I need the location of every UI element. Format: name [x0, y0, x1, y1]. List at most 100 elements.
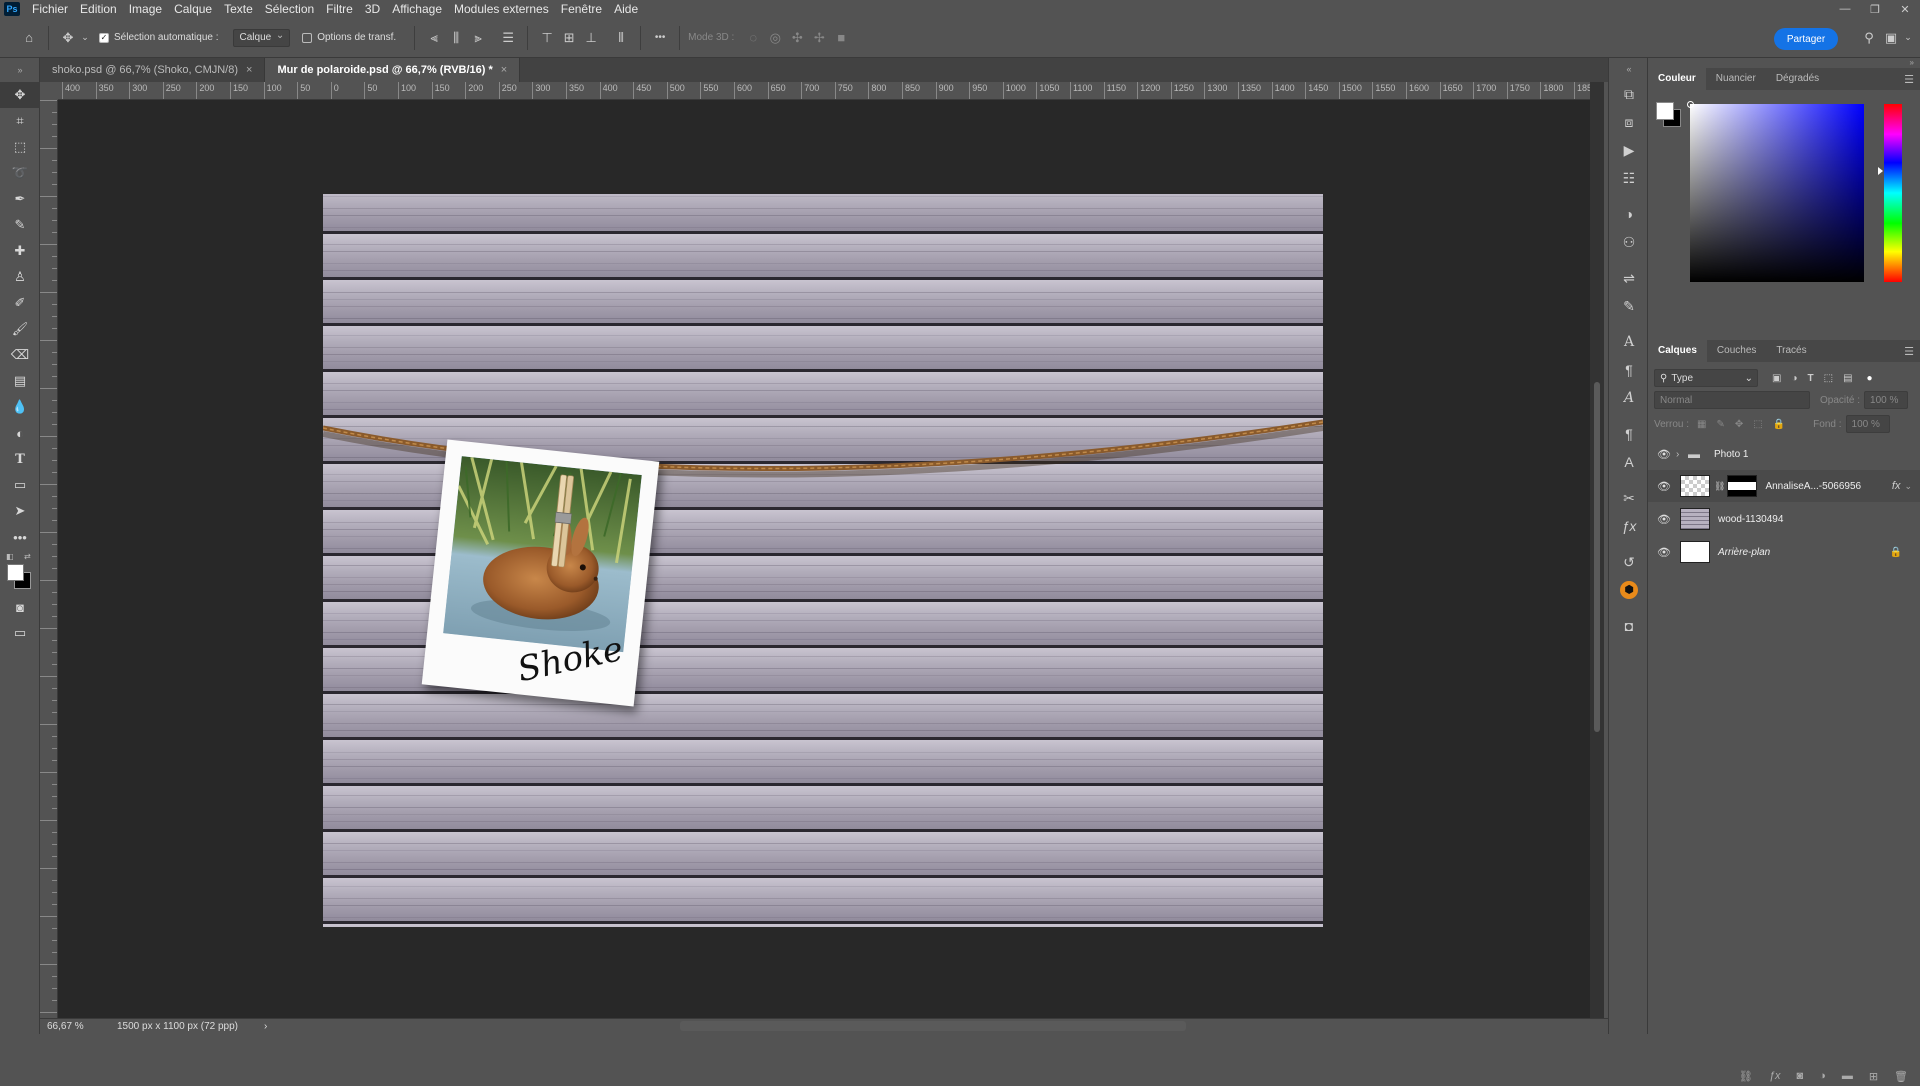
3d-panel-icon[interactable]: ⬢	[1609, 576, 1649, 604]
status-menu-arrow[interactable]: ›	[264, 1021, 267, 1032]
horizontal-ruler[interactable]: 400 350 300 250 200 150 100 50 0 50 100 150 200 250 30…	[58, 82, 1590, 100]
lock-position-icon[interactable]: ✥	[1735, 419, 1743, 430]
vertical-ruler[interactable]	[40, 100, 58, 1018]
healing-brush-tool-icon[interactable]: ✚	[0, 238, 40, 264]
layer-row-photo-1[interactable]: 👁 › ▬ Photo 1	[1648, 438, 1920, 470]
lock-artboard-icon[interactable]: ⬚	[1753, 419, 1762, 430]
tool-presets-icon[interactable]: ✂	[1609, 484, 1649, 512]
chevron-down-icon[interactable]: ⌄	[1904, 481, 1912, 492]
restore-button[interactable]: ❐	[1860, 3, 1890, 16]
align-center-icon[interactable]: ⫼	[445, 27, 467, 49]
lock-transparent-icon[interactable]: ▦	[1697, 419, 1706, 430]
lock-all-icon[interactable]: 🔒	[1773, 419, 1785, 430]
polaroid-photo[interactable]: Shoke	[421, 439, 660, 707]
new-group-icon[interactable]: ▬	[1842, 1070, 1853, 1082]
layer-comps-icon[interactable]: ⧈	[1609, 108, 1649, 136]
menu-calque[interactable]: Calque	[168, 0, 218, 18]
layer-name[interactable]: wood-1130494	[1718, 514, 1783, 525]
layer-thumbnail[interactable]	[1680, 475, 1710, 497]
tab-nuancier[interactable]: Nuancier	[1706, 68, 1766, 90]
new-adjustment-icon[interactable]: ◑	[1819, 1070, 1826, 1082]
close-icon[interactable]: ×	[246, 64, 252, 76]
tab-couches[interactable]: Couches	[1707, 340, 1766, 362]
filter-smart-object-icon[interactable]: ▤	[1843, 373, 1852, 384]
brush-settings-icon[interactable]: ⇌	[1609, 264, 1649, 292]
distribute-icon[interactable]: ☰	[497, 27, 519, 49]
minimize-button[interactable]: —	[1830, 3, 1860, 16]
plugins-icon[interactable]: ◘	[1609, 612, 1649, 640]
play-actions-icon[interactable]: ▶	[1609, 136, 1649, 164]
layer-row-wood[interactable]: 👁 wood-1130494	[1648, 503, 1920, 535]
marquee-tool-icon[interactable]: ⬚	[0, 134, 40, 160]
transform-controls-checkbox[interactable]	[302, 32, 313, 43]
align-top-icon[interactable]: ⊤	[536, 27, 558, 49]
canvas-workspace[interactable]: Shoke	[58, 100, 1590, 1018]
filter-type-icon[interactable]: T	[1808, 373, 1814, 384]
dodge-tool-icon[interactable]: ◐	[0, 420, 40, 446]
auto-select-checkbox[interactable]: ✓	[99, 32, 109, 43]
chevron-down-icon[interactable]: ⌄	[79, 27, 91, 49]
visibility-eye-icon[interactable]: 👁	[1652, 480, 1676, 493]
adjustments-icon[interactable]: ◑	[1609, 200, 1649, 228]
quick-mask-icon[interactable]: ◙	[0, 594, 40, 620]
move-tool-icon[interactable]: ✥	[57, 27, 79, 49]
menu-image[interactable]: Image	[123, 0, 168, 18]
tab-calques[interactable]: Calques	[1648, 340, 1707, 362]
visibility-eye-icon[interactable]: 👁	[1652, 448, 1676, 461]
layer-mask-thumbnail[interactable]	[1727, 475, 1758, 497]
vertical-scrollbar[interactable]	[1590, 82, 1604, 1018]
home-icon[interactable]: ⌂	[18, 27, 40, 49]
menu-selection[interactable]: Sélection	[259, 0, 320, 18]
character-icon[interactable]: A	[1609, 328, 1649, 356]
move-tool-icon[interactable]: ✥	[0, 82, 40, 108]
clone-stamp-tool-icon[interactable]: ♙	[0, 264, 40, 290]
panel-menu-icon[interactable]: ☰	[1904, 345, 1920, 358]
paragraph-icon[interactable]: ¶	[1609, 356, 1649, 384]
video-camera-icon[interactable]: ■	[830, 27, 852, 49]
swap-colors-icon[interactable]: ⇄	[24, 552, 31, 561]
pan-3d-icon[interactable]: ✣	[786, 27, 808, 49]
styles-fx-icon[interactable]: ƒx	[1609, 512, 1649, 540]
more-options-icon[interactable]: •••	[649, 27, 671, 49]
blur-tool-icon[interactable]: 💧	[0, 394, 40, 420]
collapse-icon[interactable]: »	[0, 58, 40, 82]
color-swatches[interactable]: ◧ ⇄	[0, 550, 39, 594]
link-icon[interactable]: ⛓	[1714, 481, 1725, 492]
search-icon[interactable]: ⚲	[1858, 27, 1880, 49]
layer-row-annalise[interactable]: 👁 ⛓ AnnaliseA...-5066956 fx ⌄	[1648, 470, 1920, 502]
opacity-field[interactable]: 100 %	[1864, 391, 1909, 409]
fill-field[interactable]: 100 %	[1845, 415, 1890, 433]
align-middle-icon[interactable]: ⊞	[558, 27, 580, 49]
filter-shape-icon[interactable]: ⬚	[1824, 373, 1833, 384]
align-bottom-icon[interactable]: ⊥	[580, 27, 602, 49]
fx-icon[interactable]: fx	[1892, 480, 1901, 492]
foreground-color-swatch[interactable]	[7, 564, 24, 581]
lasso-tool-icon[interactable]: ➰	[0, 160, 40, 186]
tab-mur-de-polaroide[interactable]: Mur de polaroide.psd @ 66,7% (RVB/16) * …	[265, 58, 521, 82]
eyedropper-tool-icon[interactable]: ✐	[0, 290, 40, 316]
close-window-button[interactable]: ✕	[1890, 3, 1920, 16]
chevron-down-icon[interactable]: ⌄	[1902, 27, 1914, 49]
picker-cursor[interactable]	[1687, 101, 1694, 108]
filter-adjustment-icon[interactable]: ◑	[1791, 373, 1797, 384]
more-tools-icon[interactable]: •••	[0, 524, 40, 550]
distribute-vertical-icon[interactable]: ⫴	[610, 27, 632, 49]
menu-3d[interactable]: 3D	[359, 0, 386, 18]
menu-filtre[interactable]: Filtre	[320, 0, 359, 18]
eraser-tool-icon[interactable]: ⌫	[0, 342, 40, 368]
quick-selection-tool-icon[interactable]: ✎	[0, 212, 40, 238]
filter-pixel-icon[interactable]: ▣	[1772, 373, 1781, 384]
color-picker-field[interactable]	[1687, 101, 1864, 282]
layer-row-arriere-plan[interactable]: 👁 Arrière-plan 🔒	[1648, 536, 1920, 568]
filter-toggle-icon[interactable]: ●	[1867, 373, 1873, 384]
foreground-color-swatch[interactable]	[1656, 102, 1674, 120]
screen-mode-icon[interactable]: ▭	[0, 620, 40, 646]
link-layers-icon[interactable]: ⛓	[1739, 1070, 1753, 1083]
layer-name[interactable]: Arrière-plan	[1718, 547, 1770, 558]
lock-pixels-icon[interactable]: ✎	[1716, 419, 1724, 430]
layer-name[interactable]: Photo 1	[1714, 449, 1748, 460]
slide-3d-icon[interactable]: ✢	[808, 27, 830, 49]
align-right-icon[interactable]: ⫸	[467, 27, 489, 49]
history-icon[interactable]: ⧉	[1609, 80, 1649, 108]
timeline-icon[interactable]: ↺	[1609, 548, 1649, 576]
